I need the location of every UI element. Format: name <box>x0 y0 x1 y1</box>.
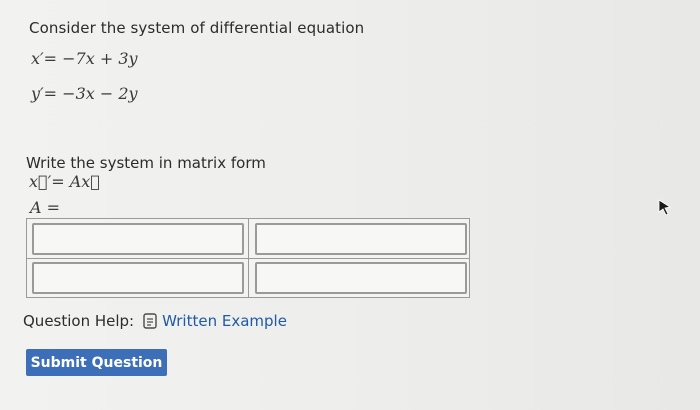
question-page: Consider the system of differential equa… <box>0 0 700 410</box>
matrix-equation: x⃗′= Ax⃗ <box>29 172 100 191</box>
matrix-cell-2-1[interactable] <box>32 262 244 294</box>
matrix-a-label: A = <box>30 198 61 217</box>
question-help-label: Question Help: <box>23 312 135 330</box>
mouse-cursor-icon <box>658 199 672 215</box>
equation-2: y′= −3x − 2y <box>31 84 138 103</box>
written-example-link[interactable]: Written Example <box>162 312 287 330</box>
matrix-cell-2-2[interactable] <box>255 262 467 294</box>
document-icon[interactable] <box>143 313 157 329</box>
matrix-prompt: Write the system in matrix form <box>26 154 266 172</box>
matrix-cell-1-1[interactable] <box>32 223 244 255</box>
question-help: Question Help: Written Example <box>23 312 287 330</box>
grid-divider-horizontal <box>27 258 469 259</box>
equation-1: x′= −7x + 3y <box>31 49 138 68</box>
submit-question-button[interactable]: Submit Question <box>26 349 167 376</box>
matrix-answer-grid <box>26 218 470 298</box>
matrix-cell-1-2[interactable] <box>255 223 467 255</box>
question-intro: Consider the system of differential equa… <box>29 19 365 37</box>
